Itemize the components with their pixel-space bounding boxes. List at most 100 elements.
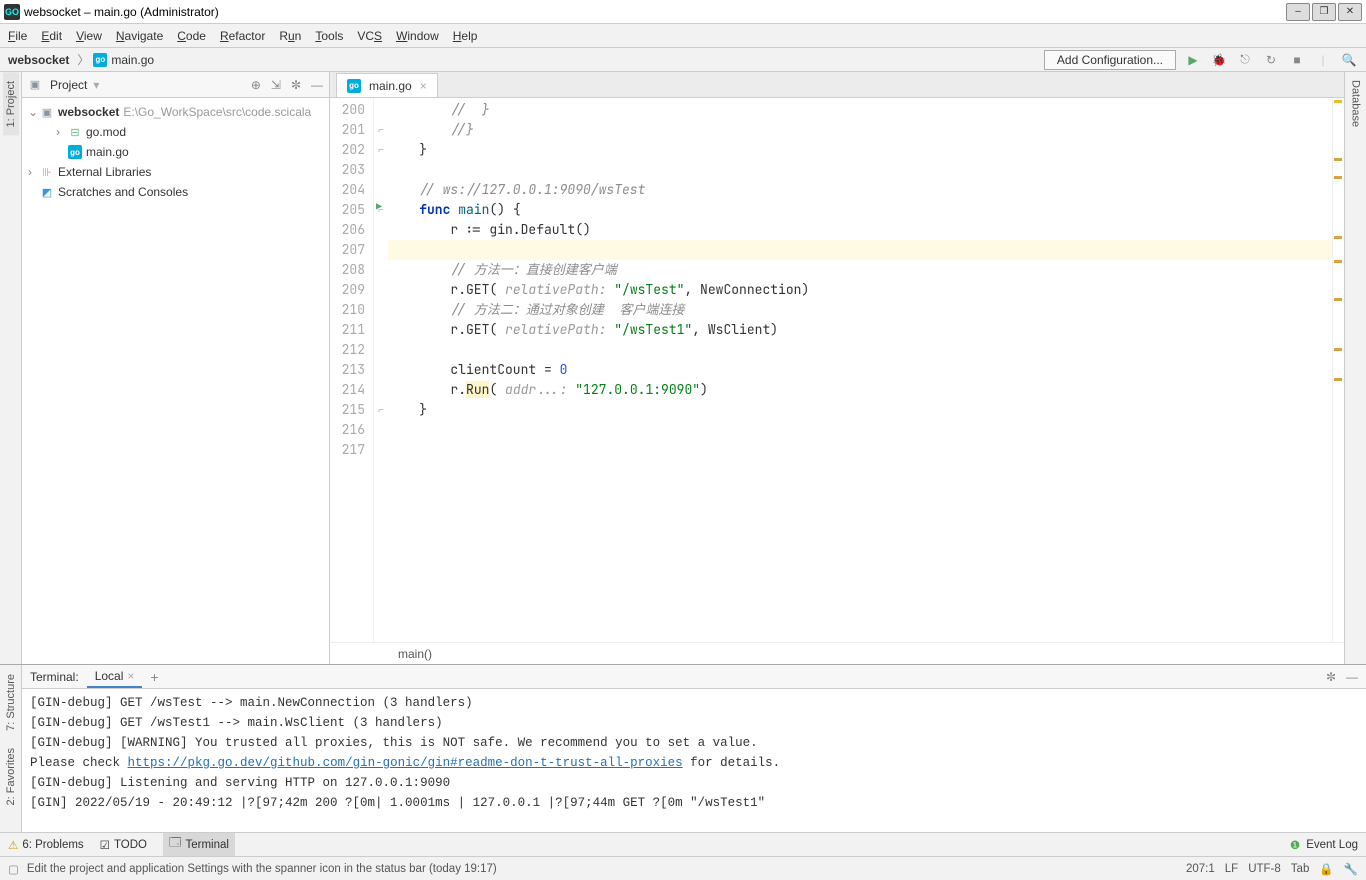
status-line-sep[interactable]: LF <box>1225 863 1238 875</box>
profile-icon[interactable]: ↻ <box>1262 51 1280 69</box>
gear-icon[interactable]: ✼ <box>1326 670 1336 684</box>
tool-problems[interactable]: ⚠6: Problems <box>8 838 84 852</box>
hide-icon[interactable]: — <box>311 78 323 92</box>
menu-edit[interactable]: Edit <box>41 29 62 43</box>
tree-maingo[interactable]: go main.go <box>22 142 329 162</box>
navbar: websocket 〉 go main.go Add Configuration… <box>0 48 1366 72</box>
tree-extlibs[interactable]: › ⊪ External Libraries <box>22 162 329 182</box>
gear-icon[interactable]: ✼ <box>291 78 301 92</box>
target-icon[interactable]: ⊕ <box>251 78 261 92</box>
bottom-toolbar: ⚠6: Problems ☑TODO 🗔Terminal ❶ Event Log <box>0 832 1366 856</box>
project-tree: ⌄ ▣ websocket E:\Go_WorkSpace\src\code.s… <box>22 98 329 664</box>
scratch-icon: ◩ <box>40 185 54 199</box>
extlibs-label: External Libraries <box>58 165 151 179</box>
menu-help[interactable]: Help <box>453 29 478 43</box>
close-button[interactable]: ✕ <box>1338 3 1362 21</box>
hide-tool-icon[interactable]: ▢ <box>8 862 19 876</box>
terminal-tab-local[interactable]: Local× <box>87 666 143 688</box>
breadcrumb-project[interactable]: websocket <box>8 53 69 67</box>
terminal-icon: 🗔 <box>169 835 181 854</box>
menu-tools[interactable]: Tools <box>315 29 343 43</box>
line-numbers: 200201202 203204205 206207208 209210211 … <box>330 98 374 642</box>
term-line: Please check https://pkg.go.dev/github.c… <box>30 753 1358 773</box>
tool-terminal[interactable]: 🗔Terminal <box>163 833 235 856</box>
status-encoding[interactable]: UTF-8 <box>1248 863 1281 875</box>
breadcrumb-fn[interactable]: main() <box>398 647 432 661</box>
code-content[interactable]: // } //} } // ws://127.0.0.1:9090/wsTest… <box>388 98 1332 642</box>
scratches-label: Scratches and Consoles <box>58 185 188 199</box>
terminal-label: Terminal: <box>30 670 79 684</box>
stop-icon[interactable]: ■ <box>1288 51 1306 69</box>
fold-column: ⌐⌐⌐⌐ <box>374 98 388 642</box>
menubar: File Edit View Navigate Code Refactor Ru… <box>0 24 1366 48</box>
menu-navigate[interactable]: Navigate <box>116 29 163 43</box>
search-icon[interactable]: 🔍 <box>1340 51 1358 69</box>
project-panel: ▣ Project ▾ ⊕ ⇲ ✼ — ⌄ ▣ websocket E:\Go_Wo… <box>22 72 330 664</box>
expand-icon[interactable]: ⇲ <box>271 78 281 92</box>
menu-run[interactable]: Run <box>279 29 301 43</box>
tree-scratches[interactable]: ◩ Scratches and Consoles <box>22 182 329 202</box>
menu-code[interactable]: Code <box>177 29 206 43</box>
chevron-right-icon: 〉 <box>77 51 89 68</box>
debug-icon[interactable]: 🐞 <box>1210 51 1228 69</box>
menu-vcs[interactable]: VCS <box>357 29 382 43</box>
tool-database-tab[interactable]: Database <box>1348 72 1364 136</box>
tool-structure-tab[interactable]: 7: Structure <box>3 665 19 739</box>
marker-strip <box>1332 98 1344 642</box>
add-terminal-button[interactable]: + <box>150 669 158 685</box>
go-file-icon: go <box>68 145 82 159</box>
run-gutter-icon[interactable]: ▶ <box>376 200 382 213</box>
window-title: websocket – main.go (Administrator) <box>24 5 219 19</box>
go-file-icon: go <box>347 79 361 93</box>
breadcrumb-file[interactable]: main.go <box>111 53 154 67</box>
tool-todo[interactable]: ☑TODO <box>100 838 147 852</box>
breadcrumb: websocket 〉 go main.go <box>8 51 1044 68</box>
run-icon[interactable]: ▶ <box>1184 51 1202 69</box>
right-tool-strip: Database <box>1344 72 1366 664</box>
add-configuration-button[interactable]: Add Configuration... <box>1044 50 1176 70</box>
status-position[interactable]: 207:1 <box>1186 863 1215 875</box>
close-icon[interactable]: × <box>420 79 427 93</box>
tool-project-tab[interactable]: 1: Project <box>3 72 19 135</box>
expand-icon[interactable]: › <box>56 125 68 139</box>
terminal-header: Terminal: Local× + ✼ — <box>22 665 1366 689</box>
menu-window[interactable]: Window <box>396 29 439 43</box>
menu-file[interactable]: File <box>8 29 27 43</box>
lock-icon[interactable]: 🔒 <box>1319 862 1333 876</box>
tool-favorites-tab[interactable]: 2: Favorites <box>3 739 19 813</box>
warning-icon: ⚠ <box>8 838 18 852</box>
maingo-label: main.go <box>86 145 129 159</box>
library-icon: ⊪ <box>40 165 54 179</box>
tree-gomod[interactable]: › ⊟ go.mod <box>22 122 329 142</box>
project-header: ▣ Project ▾ ⊕ ⇲ ✼ — <box>22 72 329 98</box>
menu-refactor[interactable]: Refactor <box>220 29 265 43</box>
app-icon: GO <box>4 4 20 20</box>
event-log-icon: ❶ <box>1290 838 1300 852</box>
maximize-button[interactable]: ❐ <box>1312 3 1336 21</box>
terminal-link[interactable]: https://pkg.go.dev/github.com/gin-gonic/… <box>128 756 683 770</box>
hide-icon[interactable]: — <box>1346 670 1358 684</box>
close-icon[interactable]: × <box>127 669 134 683</box>
folder-icon: ▣ <box>28 78 42 92</box>
gomod-label: go.mod <box>86 125 126 139</box>
tool-event-log[interactable]: Event Log <box>1306 839 1358 851</box>
tree-root[interactable]: ⌄ ▣ websocket E:\Go_WorkSpace\src\code.s… <box>22 102 329 122</box>
terminal-output[interactable]: [GIN-debug] GET /wsTest --> main.NewConn… <box>22 689 1366 832</box>
term-line: [GIN-debug] Listening and serving HTTP o… <box>30 773 1358 793</box>
status-indent[interactable]: Tab <box>1291 863 1310 875</box>
term-line: [GIN-debug] [WARNING] You trusted all pr… <box>30 733 1358 753</box>
expand-icon[interactable]: › <box>28 165 40 179</box>
minimize-button[interactable]: – <box>1286 3 1310 21</box>
project-label: Project <box>50 78 87 92</box>
settings-icon[interactable]: 🔧 <box>1344 862 1358 876</box>
coverage-icon[interactable]: ⎋ <box>1236 51 1254 69</box>
dropdown-icon[interactable]: ▾ <box>93 78 99 92</box>
term-line: [GIN] 2022/05/19 - 20:49:12 |?[97;42m 20… <box>30 793 1358 813</box>
collapse-icon[interactable]: ⌄ <box>28 105 40 119</box>
editor-tab-maingo[interactable]: go main.go × <box>336 73 438 97</box>
left-tool-strip: 1: Project <box>0 72 22 664</box>
go-file-icon: go <box>93 53 107 67</box>
menu-view[interactable]: View <box>76 29 102 43</box>
term-line: [GIN-debug] GET /wsTest1 --> main.WsClie… <box>30 713 1358 733</box>
code-view[interactable]: 200201202 203204205 206207208 209210211 … <box>330 98 1344 642</box>
